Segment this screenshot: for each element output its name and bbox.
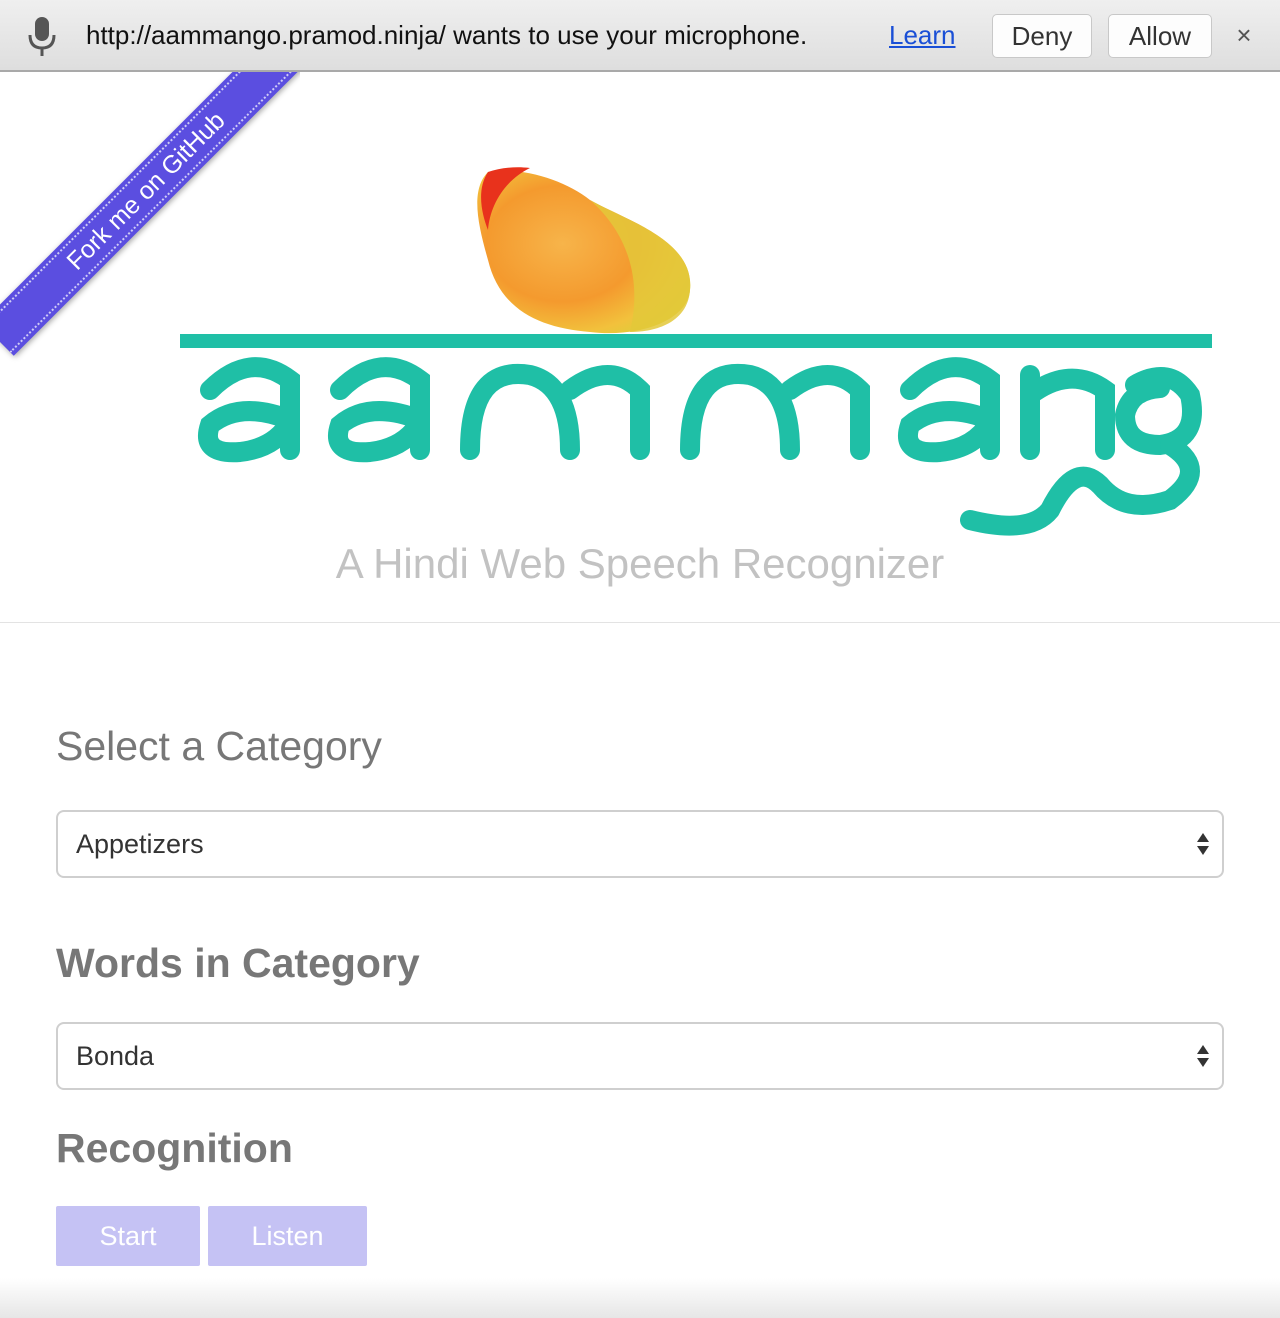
header-divider	[0, 622, 1280, 623]
window-bottom-shadow	[0, 1278, 1280, 1318]
select-arrows-icon	[1197, 1045, 1209, 1067]
deny-button[interactable]: Deny	[992, 14, 1092, 58]
aammango-logo	[180, 167, 1212, 536]
allow-button[interactable]: Allow	[1108, 14, 1212, 58]
words-in-category-heading: Words in Category	[56, 940, 420, 986]
close-icon[interactable]: ×	[1230, 20, 1258, 50]
start-button[interactable]: Start	[56, 1206, 200, 1266]
word-select-value: Bonda	[76, 1041, 155, 1071]
learn-more-link[interactable]: Learn	[889, 20, 956, 51]
permission-message: http://aammango.pramod.ninja/ wants to u…	[86, 20, 808, 50]
category-select-value: Appetizers	[76, 829, 204, 859]
mango-icon	[477, 167, 691, 334]
listen-button[interactable]: Listen	[208, 1206, 367, 1266]
word-select[interactable]: Bonda	[56, 1022, 1224, 1090]
category-select[interactable]: Appetizers	[56, 810, 1224, 878]
permission-infobar: http://aammango.pramod.ninja/ wants to u…	[0, 0, 1280, 72]
tagline: A Hindi Web Speech Recognizer	[335, 540, 945, 587]
microphone-icon	[28, 17, 56, 56]
recognition-heading: Recognition	[56, 1125, 293, 1171]
select-category-heading: Select a Category	[56, 723, 382, 769]
select-arrows-icon	[1197, 833, 1209, 855]
